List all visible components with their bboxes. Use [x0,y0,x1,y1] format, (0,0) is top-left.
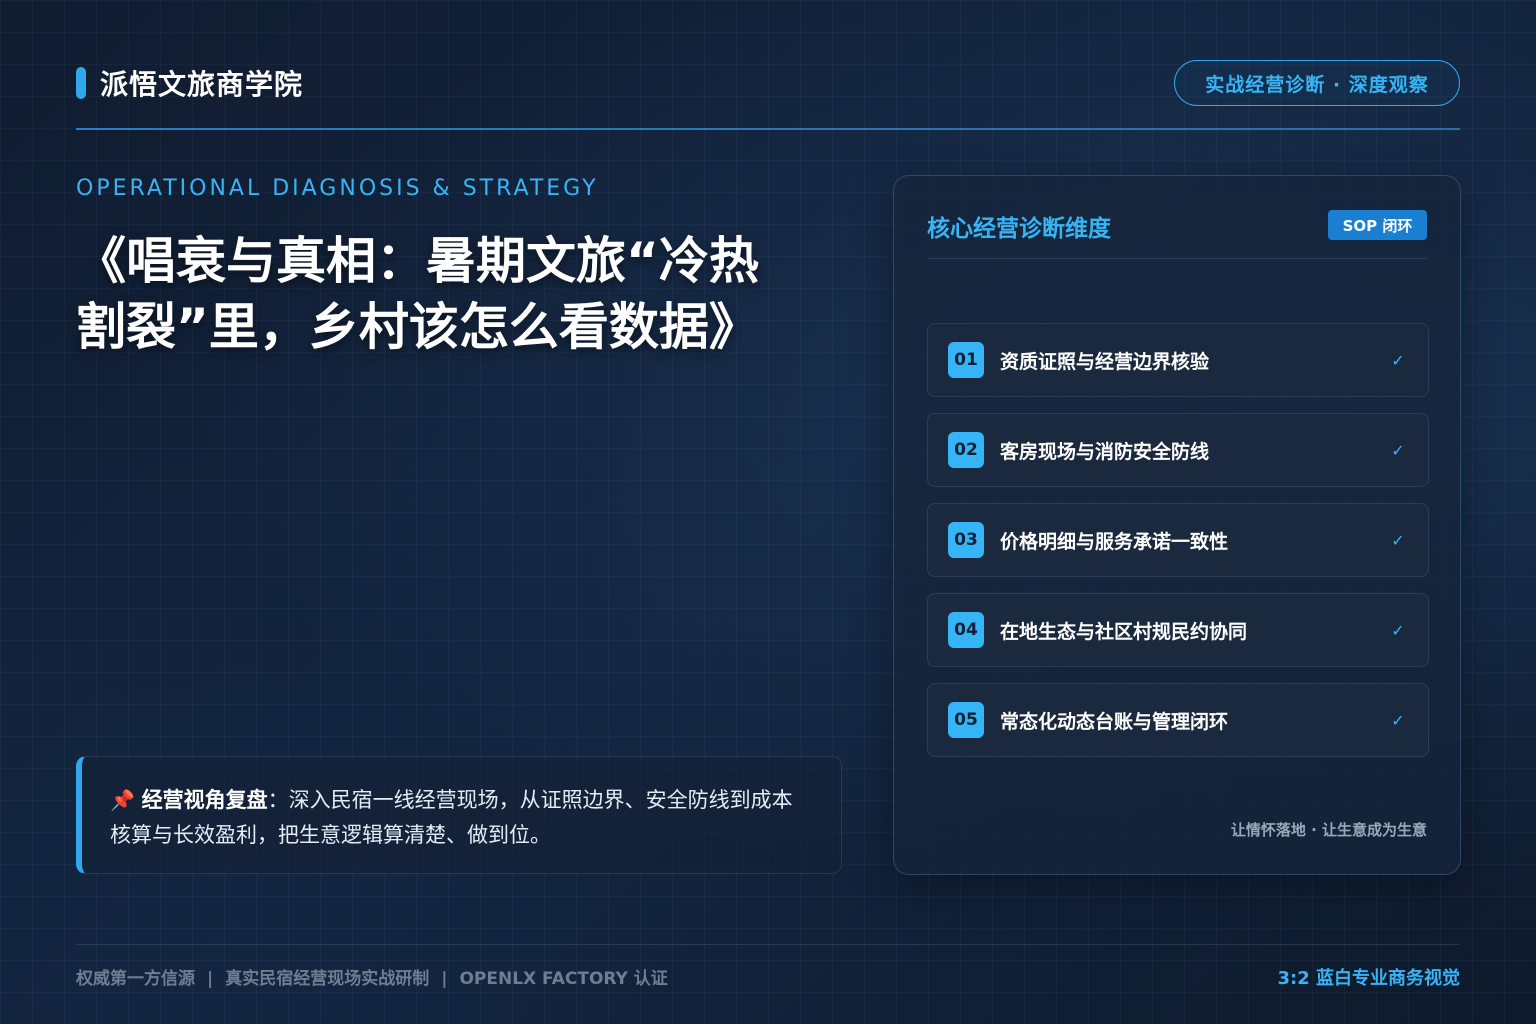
item-number: 04 [948,612,984,648]
diagnosis-panel: 核心经营诊断维度 SOP 闭环 01 资质证照与经营边界核验 ✓ 02 客房现场… [893,175,1461,875]
brand-name: 派悟文旅商学院 [100,68,304,101]
brand: 派悟文旅商学院 [76,64,303,102]
eyebrow-text: OPERATIONAL DIAGNOSIS & STRATEGY [76,176,599,201]
diagnosis-item: 02 客房现场与消防安全防线 ✓ [927,413,1429,487]
panel-title: 核心经营诊断维度 [927,216,1111,242]
check-icon: ✓ [1391,440,1405,460]
item-label: 资质证照与经营边界核验 [1000,350,1210,373]
check-icon: ✓ [1391,530,1405,550]
footer-credit-3: OPENLX FACTORY 认证 [459,969,668,989]
page-title: 《唱衰与真相：暑期文旅“冷热 割裂”里，乡村该怎么看数据》 [76,228,836,360]
item-label: 客房现场与消防安全防线 [1000,440,1210,463]
panel-divider [927,258,1427,259]
item-number: 05 [948,702,984,738]
diagnosis-item: 05 常态化动态台账与管理闭环 ✓ [927,683,1429,757]
item-number: 03 [948,522,984,558]
item-label: 常态化动态台账与管理闭环 [1000,710,1229,733]
header-divider [76,128,1460,130]
item-label: 价格明细与服务承诺一致性 [1000,530,1229,553]
check-icon: ✓ [1391,710,1405,730]
footer-credit-1: 权威第一方信源 [76,969,195,989]
brand-accent-bar [76,67,86,99]
item-label: 在地生态与社区村规民约协同 [1000,620,1248,643]
check-icon: ✓ [1391,350,1405,370]
footer-separator: | [441,969,448,989]
pushpin-icon: 📌 [110,788,135,812]
diagnosis-item: 04 在地生态与社区村规民约协同 ✓ [927,593,1429,667]
check-icon: ✓ [1391,620,1405,640]
footer-style-tag: 3:2 蓝白专业商务视觉 [1277,968,1460,989]
sop-badge: SOP 闭环 [1328,210,1427,240]
footer-separator: | [207,969,214,989]
footer-credit-2: 真实民宿经营现场实战研制 [225,969,430,989]
diagnosis-item: 01 资质证照与经营边界核验 ✓ [927,323,1429,397]
item-number: 01 [948,342,984,378]
page-title-line-2: 割裂”里，乡村该怎么看数据》 [76,298,759,356]
page-title-line-1: 《唱衰与真相：暑期文旅“冷热 [76,232,759,290]
item-number: 02 [948,432,984,468]
footer-divider [76,944,1460,945]
note-callout: 📌 经营视角复盘：深入民宿一线经营现场，从证照边界、安全防线到成本核算与长效盈利… [76,756,842,874]
footer-credits: 权威第一方信源 | 真实民宿经营现场实战研制 | OPENLX FACTORY 认证 [76,964,668,989]
diagnosis-item: 03 价格明细与服务承诺一致性 ✓ [927,503,1429,577]
note-label: 经营视角复盘 [141,788,268,812]
header-pill: 实战经营诊断 · 深度观察 [1174,60,1460,106]
panel-footer-slogan: 让情怀落地 · 让生意成为生意 [1230,821,1427,839]
